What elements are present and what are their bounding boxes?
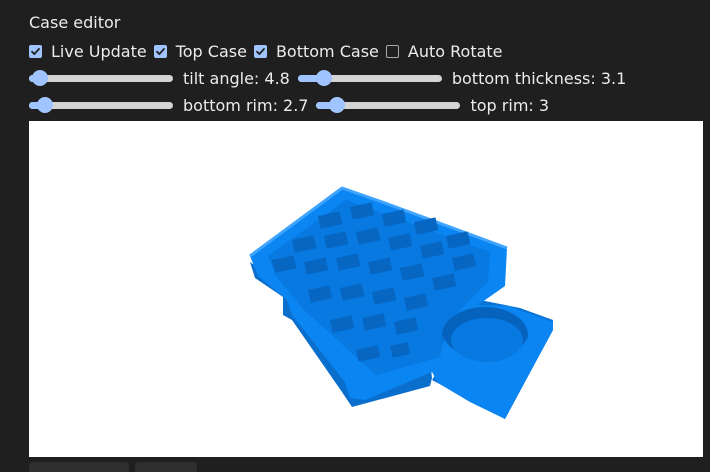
- top-rim-slider[interactable]: [316, 97, 461, 113]
- top-case-label: Top Case: [175, 41, 247, 61]
- live-update-checkbox[interactable]: [29, 44, 42, 58]
- bottom-tab[interactable]: [29, 462, 129, 472]
- bottom-case-checkbox[interactable]: [253, 44, 267, 58]
- auto-rotate-checkbox[interactable]: [385, 44, 399, 58]
- panel-title: Case editor: [29, 13, 121, 32]
- auto-rotate-toggle[interactable]: Auto Rotate: [385, 41, 503, 61]
- check-icon: [155, 47, 165, 55]
- auto-rotate-label: Auto Rotate: [407, 41, 503, 61]
- slider-thumb[interactable]: [36, 97, 53, 113]
- bottom-rim-label: bottom rim: 2.7: [183, 95, 309, 115]
- check-icon: [256, 47, 265, 55]
- live-update-toggle[interactable]: Live Update: [29, 42, 147, 61]
- top-case-checkbox[interactable]: [153, 44, 167, 58]
- bottom-thickness-label: bottom thickness: 3.1: [451, 68, 627, 88]
- top-case-toggle[interactable]: Top Case: [153, 41, 247, 61]
- bottom-case-toggle[interactable]: Bottom Case: [253, 41, 379, 61]
- slider-row-1: tilt angle: 4.8 bottom thickness: 3.1: [29, 66, 634, 90]
- top-rim-label: top rim: 3: [470, 95, 550, 115]
- 3d-viewport[interactable]: [29, 121, 703, 457]
- tilt-angle-label: tilt angle: 4.8: [183, 68, 290, 88]
- slider-thumb[interactable]: [329, 97, 346, 113]
- check-icon: [31, 47, 40, 55]
- keyboard-case-3d-model: [249, 186, 553, 419]
- bottom-rim-slider[interactable]: [29, 97, 173, 113]
- bottom-tab-strip: [29, 462, 197, 472]
- slider-row-2: bottom rim: 2.7 top rim: 3: [29, 93, 557, 117]
- slider-thumb[interactable]: [31, 70, 48, 86]
- slider-thumb[interactable]: [315, 70, 332, 86]
- bottom-tab[interactable]: [135, 462, 197, 472]
- checkbox-row: Live Update Top Case Bottom Case Auto Ro…: [29, 39, 510, 63]
- bottom-thickness-slider[interactable]: [297, 70, 442, 86]
- tilt-angle-slider[interactable]: [29, 70, 173, 86]
- live-update-label: Live Update: [51, 41, 147, 61]
- bottom-case-label: Bottom Case: [275, 41, 379, 61]
- case-editor-panel: Case editor Live Update Top Case Bottom …: [0, 0, 710, 472]
- slider-track: [29, 75, 173, 82]
